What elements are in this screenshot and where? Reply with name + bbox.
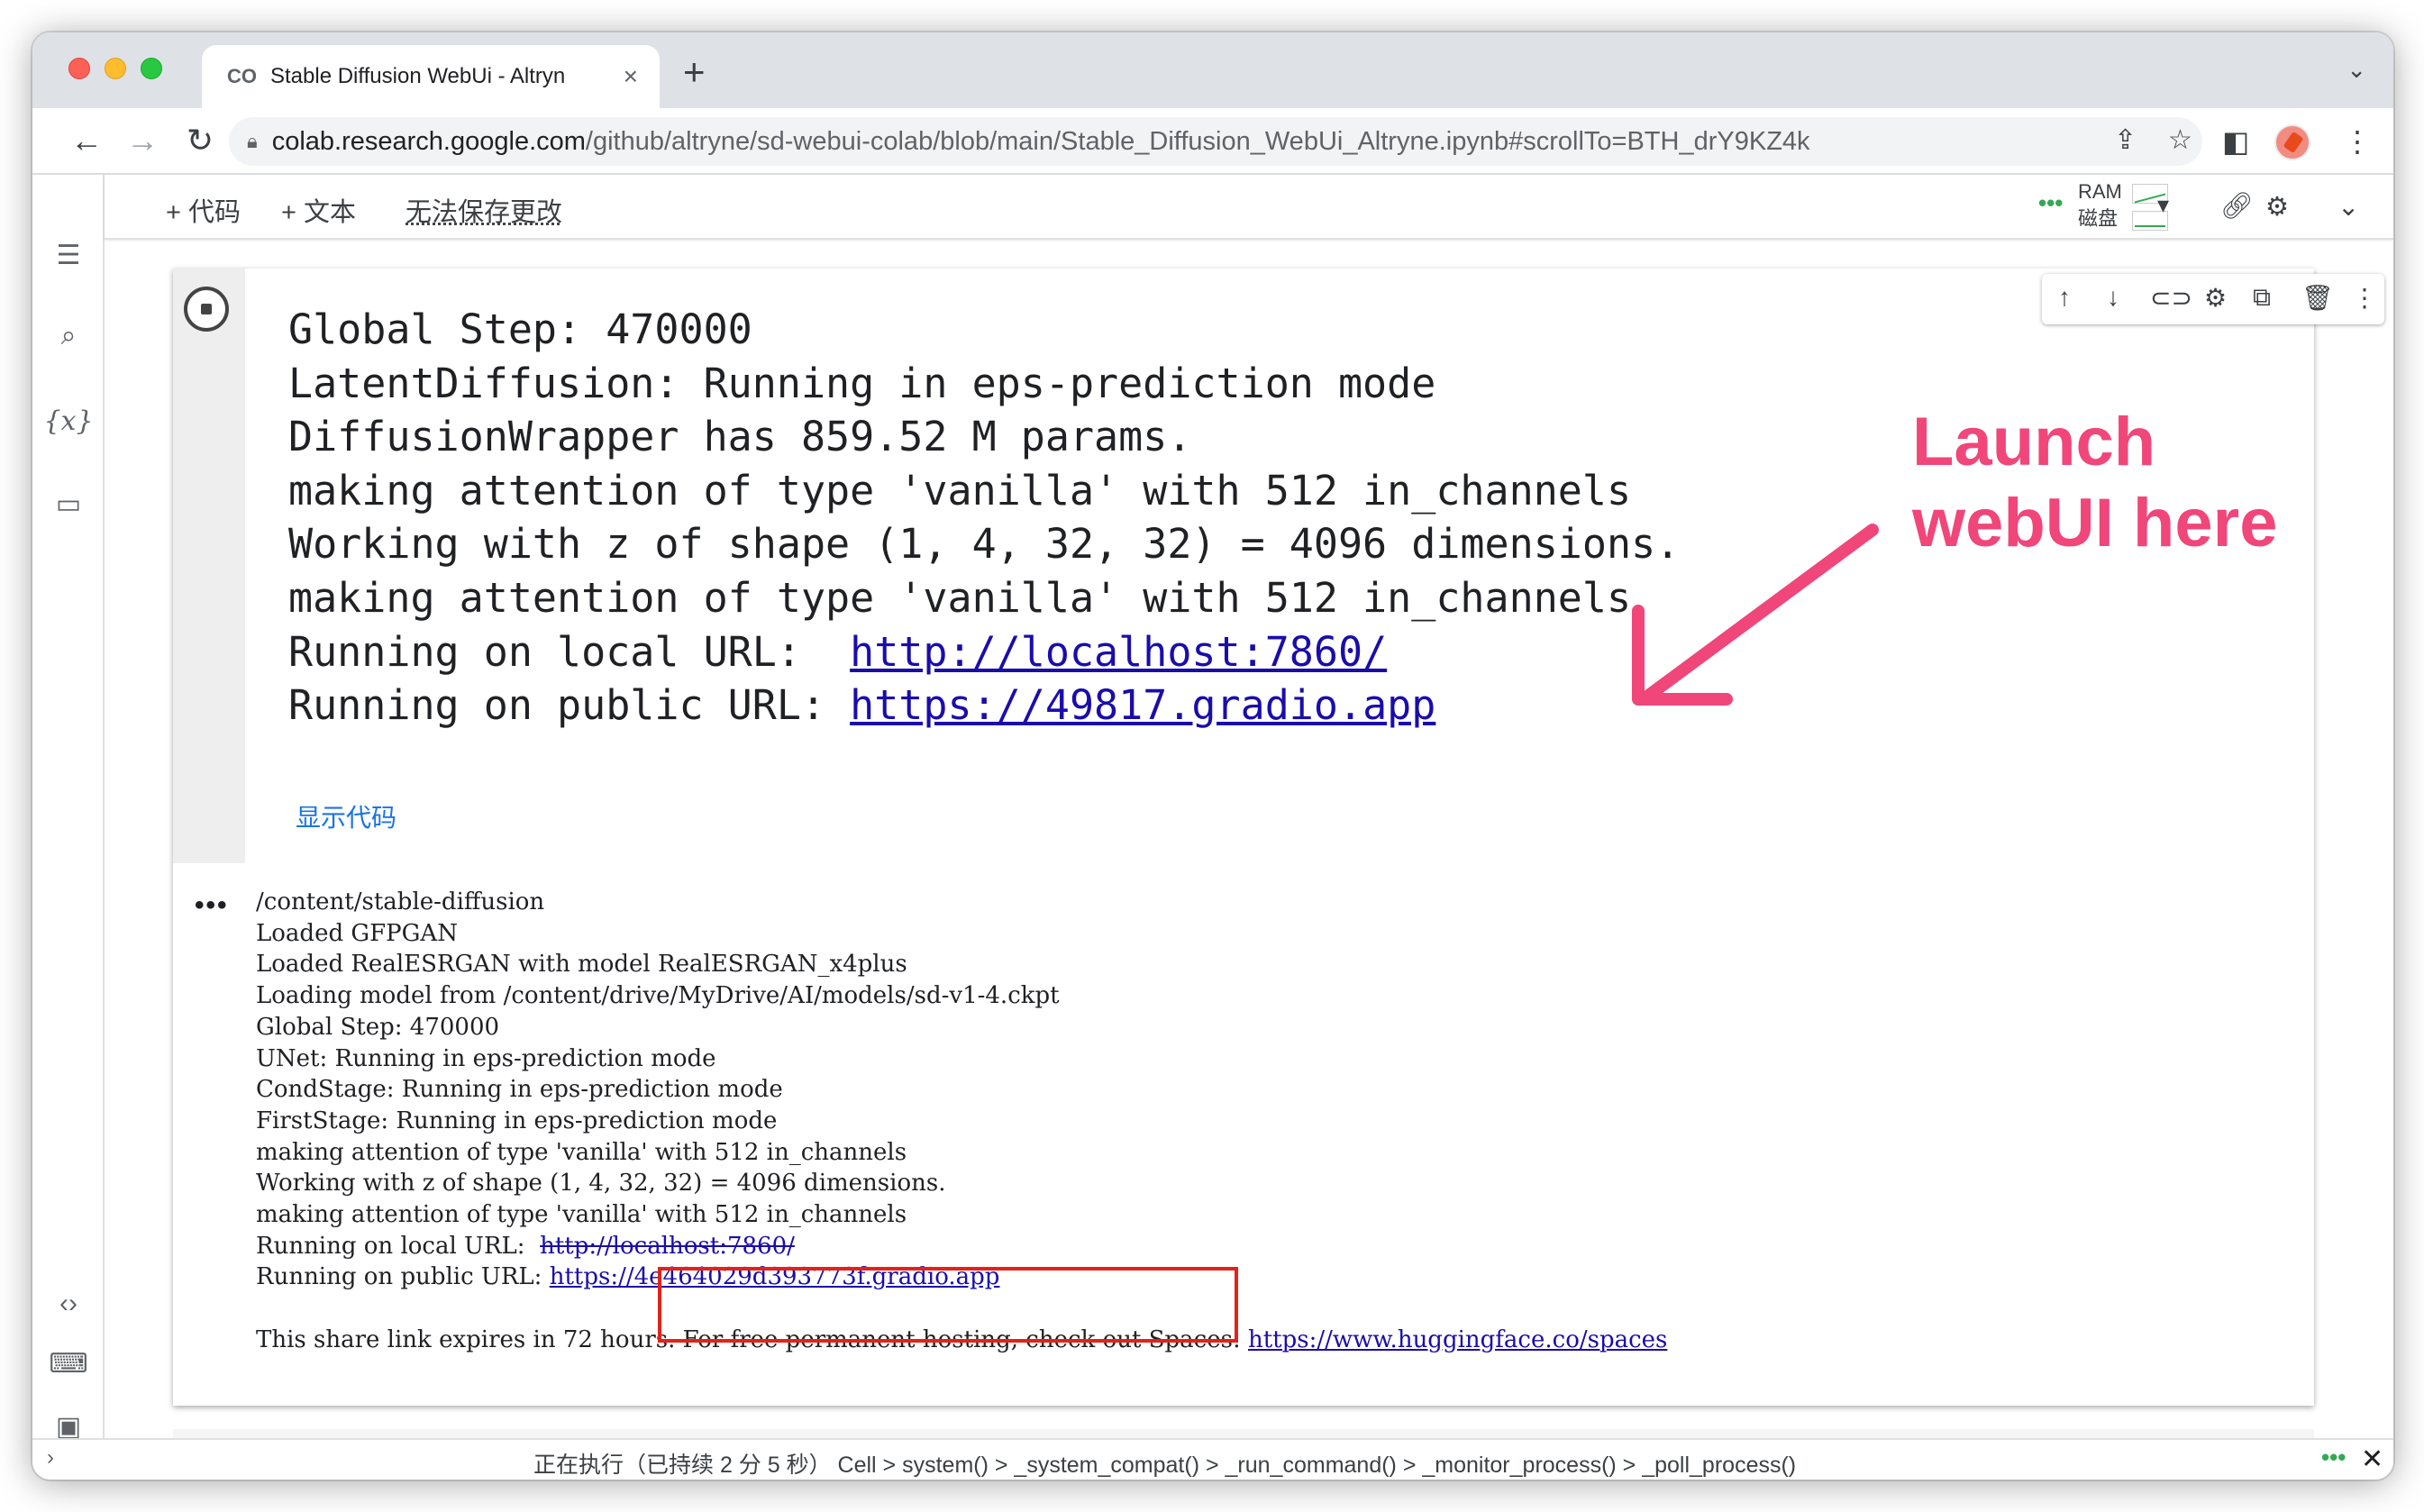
cell-gutter bbox=[173, 269, 245, 863]
files-folder-icon[interactable]: ▭ bbox=[32, 488, 105, 520]
form-output-line: making attention of type 'vanilla' with … bbox=[288, 573, 1632, 622]
highlight-box bbox=[658, 1267, 1238, 1343]
status-dots-icon: ••• bbox=[2321, 1444, 2347, 1471]
settings-gear-icon[interactable]: ⚙ bbox=[2265, 191, 2289, 223]
notebook-area: Global Step: 470000 LatentDiffusion: Run… bbox=[106, 241, 2393, 1478]
form-output-line: Global Step: 470000 bbox=[288, 305, 752, 353]
back-icon[interactable]: ← bbox=[67, 121, 106, 160]
local-url-prefix: Running on local URL: bbox=[256, 1232, 541, 1260]
output-line: CondStage: Running in eps-prediction mod… bbox=[256, 1076, 783, 1104]
form-output-line: making attention of type 'vanilla' with … bbox=[288, 466, 1632, 515]
side-panel-icon[interactable]: ◧ bbox=[2222, 124, 2249, 159]
browser-toolbar: ← → ↻ 🔒︎ colab.research.google.com/githu… bbox=[32, 108, 2393, 175]
output-line: making attention of type 'vanilla' with … bbox=[256, 1201, 907, 1229]
close-window-button[interactable] bbox=[68, 58, 90, 79]
cell-more-icon[interactable]: ⋮ bbox=[2352, 283, 2377, 313]
public-url-prefix: Running on public URL: bbox=[288, 681, 851, 730]
minimize-window-button[interactable] bbox=[105, 58, 126, 79]
zoom-window-button[interactable] bbox=[141, 58, 162, 79]
local-url-link[interactable]: http://localhost:7860/ bbox=[540, 1233, 795, 1260]
browser-tab[interactable]: CO Stable Diffusion WebUi - Altryn × bbox=[202, 45, 660, 108]
output-line: /content/stable-diffusion bbox=[256, 888, 545, 915]
tab-search-icon[interactable]: ⌄ bbox=[2347, 56, 2366, 84]
public-url-prefix: Running on public URL: bbox=[256, 1263, 550, 1291]
reload-icon[interactable]: ↻ bbox=[180, 121, 220, 160]
output-menu-icon[interactable]: ••• bbox=[195, 890, 229, 921]
search-icon[interactable]: ⌕ bbox=[32, 321, 105, 351]
move-down-icon[interactable]: ↓ bbox=[2107, 283, 2119, 312]
status-close-icon[interactable]: ✕ bbox=[2361, 1444, 2383, 1475]
code-snippets-icon[interactable]: ‹› bbox=[32, 1289, 105, 1319]
move-up-icon[interactable]: ↑ bbox=[2058, 283, 2071, 312]
annotation-line: Launch bbox=[1912, 404, 2156, 480]
mirror-cell-icon[interactable]: ⧉ bbox=[2253, 283, 2271, 313]
lock-icon: 🔒︎ bbox=[247, 130, 258, 152]
output-line: FirstStage: Running in eps-prediction mo… bbox=[256, 1107, 778, 1134]
annotation-text: Launch webUI here bbox=[1912, 402, 2277, 564]
variables-icon[interactable]: {x} bbox=[32, 405, 105, 437]
output-line: Loading model from /content/drive/MyDriv… bbox=[256, 982, 1060, 1010]
expand-status-icon[interactable]: › bbox=[47, 1445, 54, 1471]
share-icon[interactable]: ⇪ bbox=[2114, 124, 2137, 156]
annotation-line: webUI here bbox=[1912, 485, 2278, 561]
colab-sidebar: ☰ ⌕ {x} ▭ ‹› ⌨ ▣ bbox=[32, 175, 105, 1449]
address-bar[interactable]: 🔒︎ colab.research.google.com/github/altr… bbox=[229, 117, 2202, 166]
form-output-line: DiffusionWrapper has 859.52 M params. bbox=[288, 413, 1192, 461]
connection-status-icon: ••• bbox=[2038, 189, 2064, 216]
forward-icon[interactable]: → bbox=[123, 121, 162, 160]
form-output-text: Global Step: 470000 LatentDiffusion: Run… bbox=[288, 303, 1680, 733]
add-code-button[interactable]: + 代码 bbox=[166, 191, 241, 229]
cell-settings-icon[interactable]: ⚙ bbox=[2204, 283, 2227, 313]
local-url-link[interactable]: http://localhost:7860/ bbox=[850, 628, 1387, 676]
public-url-link[interactable]: https://49817.gradio.app bbox=[850, 681, 1435, 729]
status-bar: › 正在执行（已持续 2 分 5 秒） Cell > system() > _s… bbox=[32, 1438, 2393, 1480]
stop-execution-button[interactable] bbox=[184, 287, 229, 332]
output-line: Loaded RealESRGAN with model RealESRGAN_… bbox=[256, 951, 907, 979]
save-status-link[interactable]: 无法保存更改 bbox=[406, 191, 562, 229]
resource-monitor[interactable]: RAM 磁盘 bbox=[2078, 178, 2122, 232]
collapse-header-icon[interactable]: ⌄ bbox=[2337, 191, 2359, 223]
local-url-prefix: Running on local URL: bbox=[288, 627, 851, 676]
annotation-arrow-icon bbox=[1632, 524, 1879, 706]
output-line: Working with z of shape (1, 4, 32, 32) =… bbox=[256, 1170, 946, 1198]
output-line: Loaded GFPGAN bbox=[256, 919, 458, 947]
ram-label: RAM bbox=[2078, 180, 2122, 203]
colab-logo-icon: CO bbox=[227, 65, 257, 87]
command-palette-icon[interactable]: ⌨ bbox=[32, 1348, 105, 1380]
bookmark-star-icon[interactable]: ☆ bbox=[2168, 124, 2192, 156]
colab-header: + 代码 + 文本 无法保存更改 ••• RAM 磁盘 ▾ 🔗︎ ⚙ ⌄ bbox=[105, 175, 2393, 240]
table-of-contents-icon[interactable]: ☰ bbox=[32, 240, 105, 271]
form-output-line: Working with z of shape (1, 4, 32, 32) =… bbox=[288, 520, 1681, 569]
form-output-line: LatentDiffusion: Running in eps-predicti… bbox=[288, 359, 1436, 407]
cell-toolbar: ↑ ↓ ⊂⊃ ⚙ ⧉ 🗑︎ ⋮ bbox=[2042, 274, 2384, 324]
disk-label: 磁盘 bbox=[2078, 207, 2119, 230]
show-code-link[interactable]: 显示代码 bbox=[296, 798, 396, 834]
tab-strip: CO Stable Diffusion WebUi - Altryn × + ⌄ bbox=[32, 32, 2393, 108]
cell-link-icon[interactable]: ⊂⊃ bbox=[2150, 283, 2192, 313]
browser-menu-icon[interactable]: ⋮ bbox=[2343, 124, 2372, 159]
runtime-dropdown-icon[interactable]: ▾ bbox=[2157, 191, 2169, 219]
spaces-link[interactable]: https://www.huggingface.co/spaces bbox=[1248, 1326, 1667, 1353]
url-path: /github/altryne/sd-webui-colab/blob/main… bbox=[585, 126, 1810, 156]
output-line: UNet: Running in eps-prediction mode bbox=[256, 1044, 716, 1072]
tab-title: Stable Diffusion WebUi - Altryn bbox=[270, 64, 566, 88]
execution-status: 正在执行（已持续 2 分 5 秒） Cell > system() > _sys… bbox=[533, 1453, 1797, 1478]
add-text-button[interactable]: + 文本 bbox=[281, 191, 356, 229]
tab-close-icon[interactable]: × bbox=[624, 62, 638, 91]
delete-cell-icon[interactable]: 🗑︎ bbox=[2301, 283, 2334, 313]
output-line: Global Step: 470000 bbox=[256, 1013, 500, 1041]
profile-avatar[interactable] bbox=[2274, 124, 2310, 160]
output-line: making attention of type 'vanilla' with … bbox=[256, 1138, 907, 1166]
url-host: colab.research.google.com bbox=[271, 126, 586, 156]
new-tab-button[interactable]: + bbox=[683, 50, 706, 94]
browser-window: CO Stable Diffusion WebUi - Altryn × + ⌄… bbox=[32, 32, 2393, 1480]
link-icon[interactable]: 🔗︎ bbox=[2220, 191, 2254, 222]
